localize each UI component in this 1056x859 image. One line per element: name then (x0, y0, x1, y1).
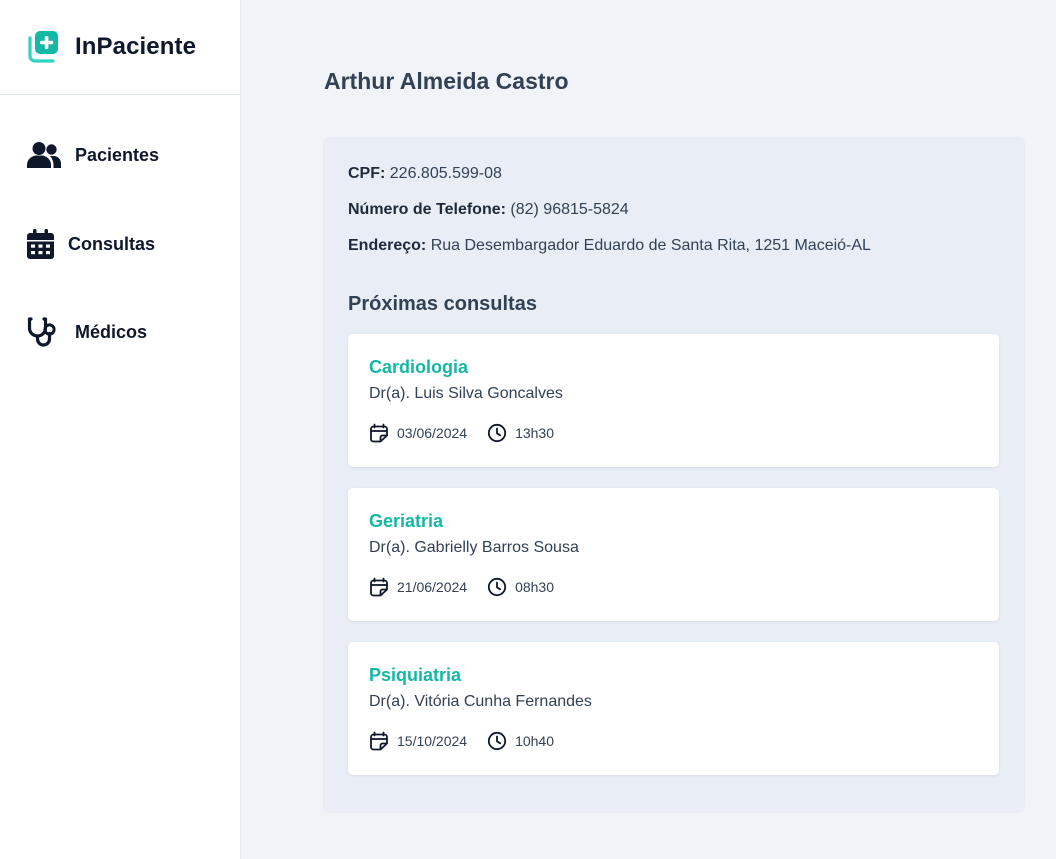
stethoscope-icon (27, 317, 56, 347)
users-icon (27, 142, 61, 168)
upcoming-appointments-title: Próximas consultas (348, 293, 537, 315)
appointment-meta: 15/10/2024 10h40 (369, 731, 574, 751)
calendar-icon (27, 229, 54, 259)
main-content: Arthur Almeida Castro CPF: 226.805.599-0… (241, 0, 1056, 859)
appointment-date: 21/06/2024 (369, 577, 467, 597)
logo-icon (28, 31, 58, 63)
clock-icon (487, 577, 507, 597)
sidebar-item-label: Consultas (68, 233, 156, 254)
calendar-icon (370, 423, 388, 443)
time-value: 08h30 (515, 579, 555, 595)
clock-icon (487, 731, 507, 751)
patient-details-panel: CPF: 226.805.599-08 Número de Telefone: … (323, 137, 1025, 813)
appointment-time: 13h30 (487, 423, 554, 443)
address-label: Endereço: (348, 237, 431, 254)
sidebar-item-pacientes[interactable]: Pacientes (0, 141, 159, 169)
date-value: 15/10/2024 (397, 733, 468, 749)
appointment-date: 15/10/2024 (369, 731, 467, 751)
brand[interactable]: InPaciente (0, 0, 240, 95)
clock-icon (487, 423, 507, 443)
phone-label: Número de Telefone: (348, 201, 511, 218)
sidebar-item-label: Médicos (75, 321, 148, 342)
appointment-doctor: Dr(a). Vitória Cunha Fernandes (369, 693, 592, 710)
sidebar: InPaciente Pacientes Consultas Médicos (0, 0, 241, 859)
appointment-time: 10h40 (487, 731, 554, 751)
sidebar-item-medicos[interactable]: Médicos (0, 317, 147, 347)
appointment-card[interactable]: Cardiologia Dr(a). Luis Silva Goncalves … (348, 334, 999, 467)
phone-row: Número de Telefone: (82) 96815-5824 (348, 201, 629, 219)
brand-name: InPaciente (75, 32, 197, 60)
appointment-specialty: Cardiologia (369, 357, 469, 377)
date-value: 21/06/2024 (397, 579, 468, 595)
page-title: Arthur Almeida Castro (324, 68, 569, 94)
appointment-specialty: Psiquiatria (369, 665, 462, 685)
cpf-value: 226.805.599-08 (389, 165, 502, 182)
appointment-meta: 21/06/2024 08h30 (369, 577, 574, 597)
cpf-label: CPF: (348, 165, 390, 182)
sidebar-item-consultas[interactable]: Consultas (0, 229, 155, 259)
appointment-date: 03/06/2024 (369, 423, 467, 443)
date-value: 03/06/2024 (397, 425, 468, 441)
sidebar-item-label: Pacientes (75, 144, 160, 165)
appointment-card[interactable]: Geriatria Dr(a). Gabrielly Barros Sousa … (348, 488, 999, 621)
calendar-icon (370, 577, 388, 597)
appointment-time: 08h30 (487, 577, 554, 597)
appointment-meta: 03/06/2024 13h30 (369, 423, 574, 443)
time-value: 13h30 (515, 425, 555, 441)
appointment-specialty: Geriatria (369, 511, 444, 531)
appointment-doctor: Dr(a). Gabrielly Barros Sousa (369, 539, 579, 556)
appointment-doctor: Dr(a). Luis Silva Goncalves (369, 385, 563, 402)
address-row: Endereço: Rua Desembargador Eduardo de S… (348, 237, 871, 255)
calendar-icon (370, 731, 388, 751)
cpf-row: CPF: 226.805.599-08 (348, 165, 502, 183)
appointment-card[interactable]: Psiquiatria Dr(a). Vitória Cunha Fernand… (348, 642, 999, 775)
phone-value: (82) 96815-5824 (510, 201, 629, 218)
address-value: Rua Desembargador Eduardo de Santa Rita,… (430, 237, 871, 254)
time-value: 10h40 (515, 733, 555, 749)
app-root: InPaciente Pacientes Consultas Médicos A… (0, 0, 1056, 859)
